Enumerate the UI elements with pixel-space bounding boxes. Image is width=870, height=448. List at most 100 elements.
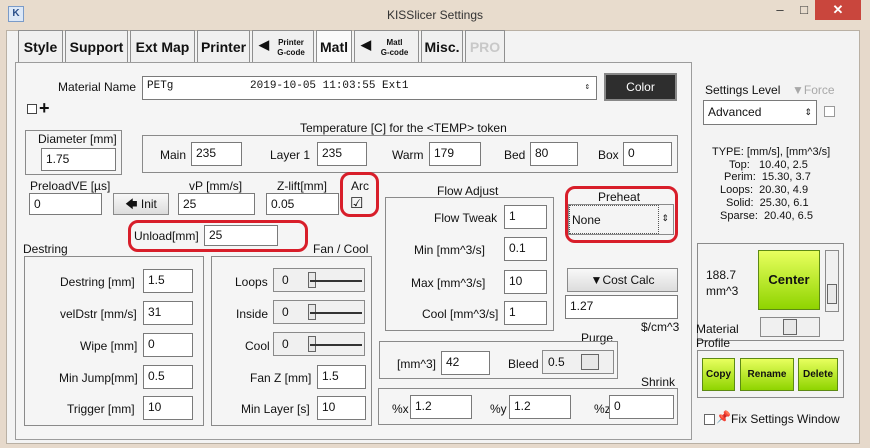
trigger-input[interactable]: 10 [143,396,193,420]
force-checkbox[interactable] [824,106,835,117]
select-arrows-icon: ⇕ [804,107,812,117]
wipe-label: Wipe [mm] [80,339,138,353]
arc-label: Arc [351,179,369,193]
tab-support[interactable]: Support [65,30,128,63]
temp-box-label: Box [598,148,619,162]
shrink-label: Shrink [641,375,676,389]
shrink-z-input[interactable]: 0 [609,395,674,419]
arc-checkbox[interactable]: ☑ [350,194,363,212]
cost-input[interactable]: 1.27 [565,295,678,319]
shrink-x-label: %x [392,402,409,416]
wipe-input[interactable]: 0 [143,333,193,357]
vertical-slider[interactable] [825,250,839,312]
pin-icon: 📌 [716,410,731,424]
flow-tweak-label: Flow Tweak [434,211,498,225]
minjump-input[interactable]: 0.5 [143,365,193,389]
temp-layer1-input[interactable]: 235 [317,142,367,166]
fan-cool-label: Cool [245,339,270,353]
unload-label: Unload[mm] [134,229,199,243]
copy-button[interactable]: Copy [702,358,735,391]
diameter-label: Diameter [mm] [38,132,117,146]
shrink-x-input[interactable]: 1.2 [410,395,472,419]
temp-warm-input[interactable]: 179 [429,142,481,166]
tab-pro[interactable]: PRO [465,30,505,63]
fan-cool-slider[interactable]: 0 [273,332,365,356]
material-name-label: Material Name [58,80,137,94]
init-button[interactable]: 🡄 Init [113,193,169,215]
tab-misc[interactable]: Misc. [421,30,463,63]
material-name-select[interactable]: PETg 2019-10-05 11:03:55 Ext1 ⇕ [142,76,597,100]
diameter-input[interactable]: 1.75 [41,148,116,171]
fan-section-label: Fan / Cool [313,242,369,256]
settings-level-select[interactable]: Advanced ⇕ [703,100,817,125]
tab-ext-map[interactable]: Ext Map [130,30,195,63]
tab-printer-gcode[interactable]: ◀ Printer G-code [252,30,314,63]
minjump-label: Min Jump[mm] [59,371,138,385]
add-checkbox[interactable] [27,104,37,114]
close-button[interactable]: ✕ [815,0,861,20]
stat-loops: Loops: 20.30, 4.9 [720,184,809,196]
tab-printer[interactable]: Printer [197,30,250,63]
zlift-input[interactable]: 0.05 [266,193,339,215]
destring-input[interactable]: 1.5 [143,269,193,293]
flow-min-input[interactable]: 0.1 [504,237,547,261]
bleed-label: Bleed [508,357,539,371]
flow-cool-input[interactable]: 1 [504,301,547,325]
zlift-label: Z-lift[mm] [277,179,327,193]
preload-input[interactable]: 0 [29,193,102,215]
stat-solid: Solid: 25.30, 6.1 [726,197,809,209]
arrow-left-icon: 🡄 [125,197,138,211]
fan-inside-label: Inside [236,307,269,321]
arrow-left-icon: ◀ [361,37,371,52]
trigger-label: Trigger [mm] [67,402,135,416]
slider-thumb[interactable] [581,354,599,370]
flow-max-input[interactable]: 10 [504,270,547,294]
veldstr-input[interactable]: 31 [143,301,193,325]
bleed-slider[interactable]: 0.5 [542,350,614,374]
horizontal-slider[interactable] [760,317,820,337]
purge-volume-input[interactable]: 42 [441,351,490,375]
minlayer-input[interactable]: 10 [317,396,366,420]
vp-input[interactable]: 25 [178,193,255,215]
center-button[interactable]: Center [758,250,820,310]
temp-warm-label: Warm [392,148,424,162]
flow-min-label: Min [mm^3/s] [414,243,485,257]
fanz-input[interactable]: 1.5 [317,365,366,389]
maximize-button[interactable]: □ [790,0,818,22]
arrow-left-icon: ◀ [259,37,269,52]
tab-style[interactable]: Style [18,30,63,63]
stat-top: Top: 10.40, 2.5 [729,159,808,171]
rename-button[interactable]: Rename [740,358,794,391]
plus-icon[interactable]: + [39,99,50,117]
cost-calc-button[interactable]: ▼Cost Calc [567,268,678,292]
unload-input[interactable]: 25 [204,225,278,246]
vp-label: vP [mm/s] [189,179,243,193]
delete-button[interactable]: Delete [798,358,838,391]
preload-label: PreloadVE [µs] [30,179,111,193]
tab-matl[interactable]: Matl [316,30,352,64]
fix-window-label: Fix Settings Window [731,412,840,426]
destring-label: Destring [mm] [60,275,135,289]
tab-matl-gcode[interactable]: ◀ Matl G-code [354,30,419,63]
shrink-y-label: %y [490,402,507,416]
type-line: TYPE: [mm/s], [mm^3/s] [712,146,831,158]
material-profile-label-1: Material [696,322,739,336]
volume-value: 188.7 [706,268,737,282]
preheat-select[interactable]: None ⇕ [568,204,674,235]
flow-tweak-input[interactable]: 1 [504,205,547,229]
fix-window-checkbox[interactable] [704,414,715,425]
veldstr-label: velDstr [mm/s] [60,307,137,321]
fan-loops-slider[interactable]: 0 [273,268,365,292]
window-title: KISSlicer Settings [386,8,484,22]
fan-inside-slider[interactable]: 0 [273,300,365,324]
fan-loops-label: Loops [235,275,268,289]
color-button[interactable]: Color [604,73,677,101]
temp-bed-input[interactable]: 80 [530,142,578,166]
settings-level-label: Settings Level [705,83,781,97]
shrink-y-input[interactable]: 1.2 [509,395,571,419]
cost-unit-label: $/cm^3 [641,320,680,334]
select-arrows-icon: ⇕ [584,82,590,92]
force-label: ▼Force [792,83,835,97]
temp-box-input[interactable]: 0 [623,142,672,166]
temp-main-input[interactable]: 235 [191,142,242,166]
